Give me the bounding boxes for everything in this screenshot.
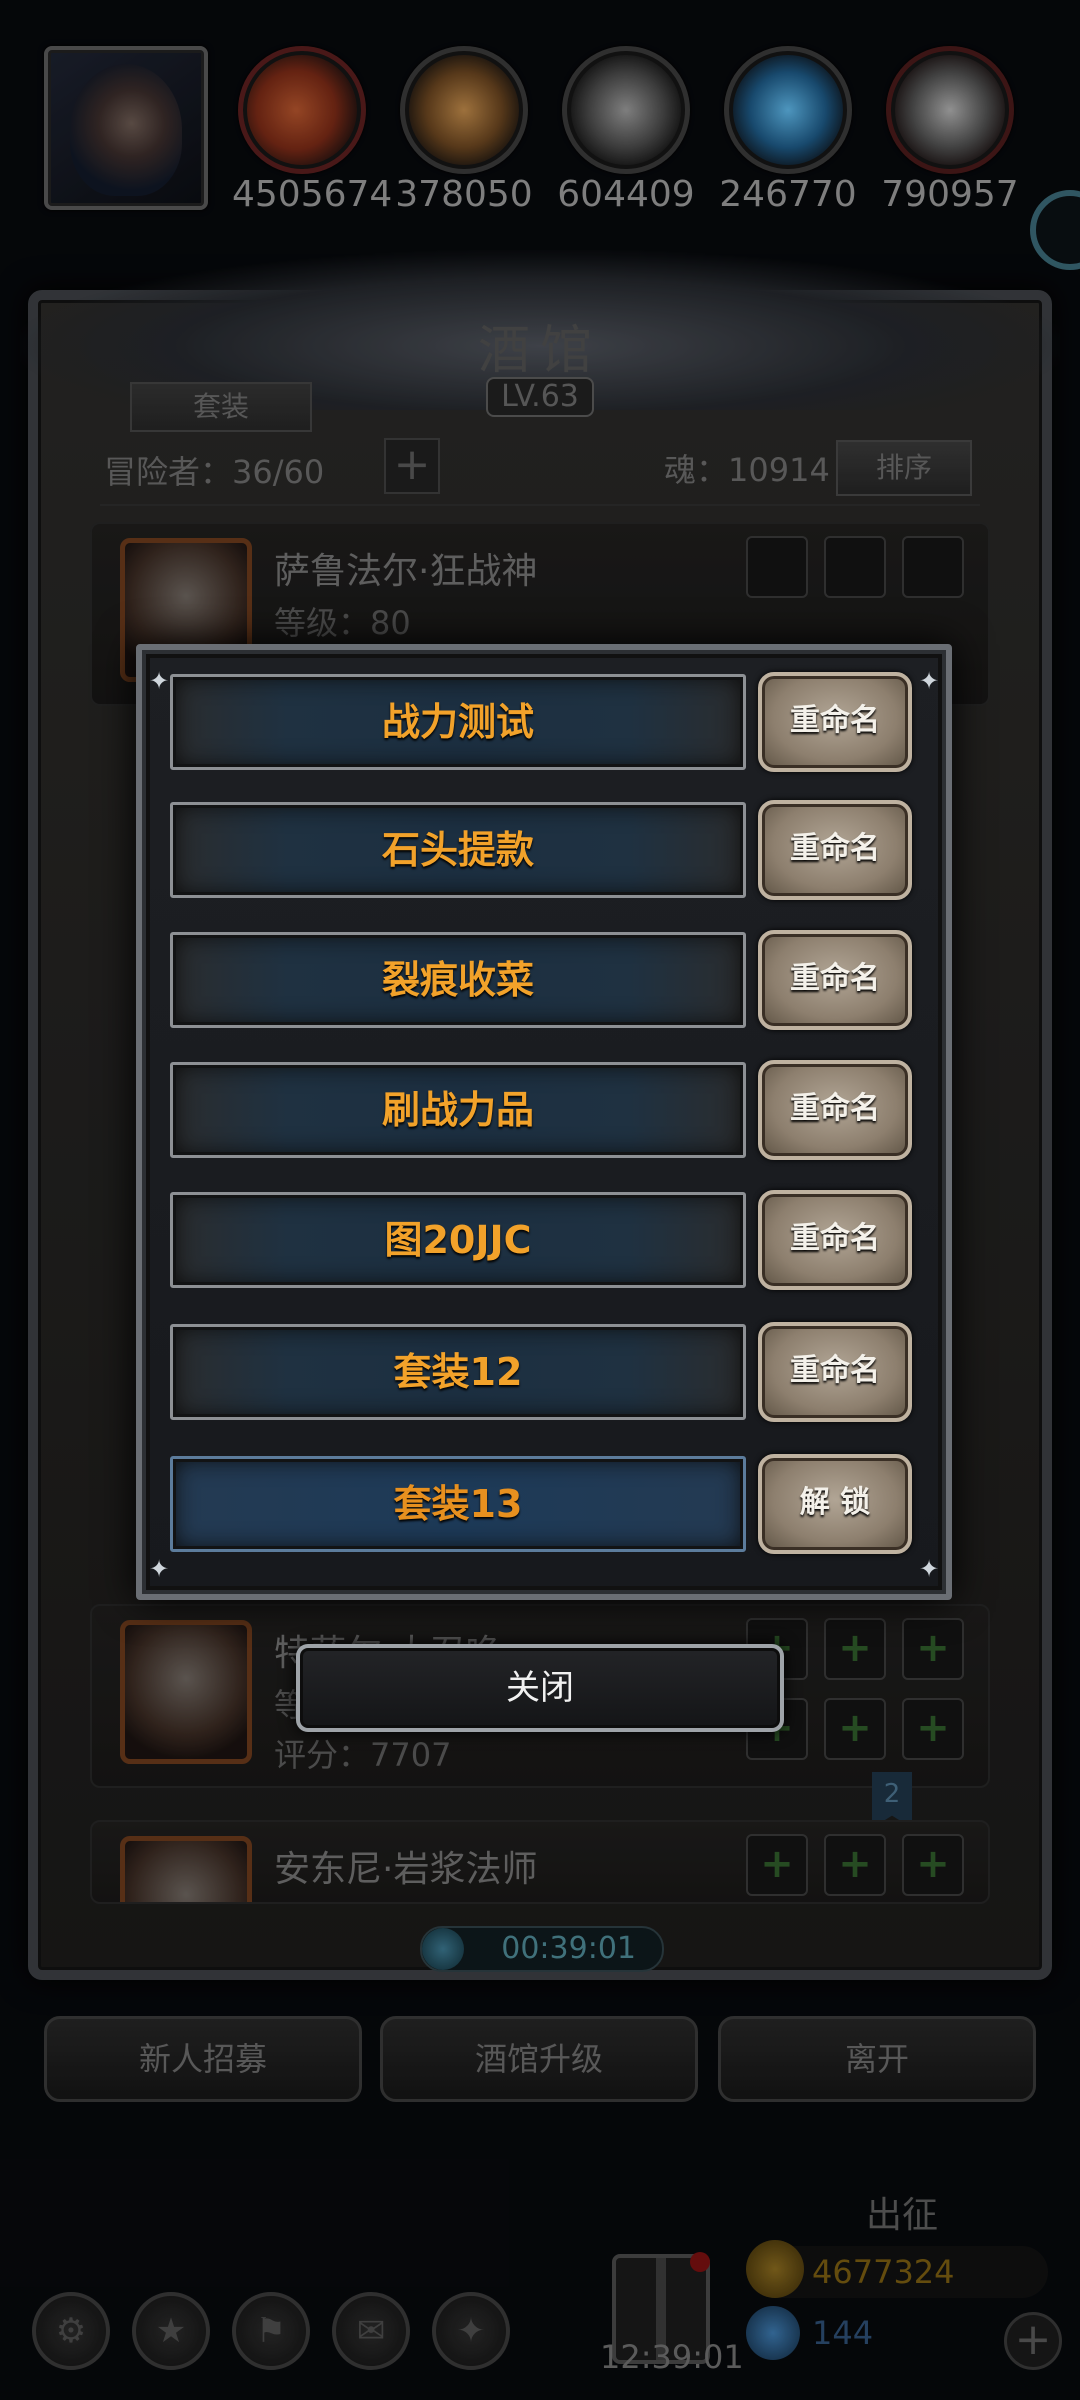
unlock-button[interactable]: 解 锁 [758,1454,912,1554]
rename-button[interactable]: 重命名 [758,1060,912,1160]
rename-button[interactable]: 重命名 [758,800,912,900]
corner-sparkle-icon: ✦ [918,1555,940,1583]
set-name-field[interactable]: 套装12 [170,1324,746,1420]
set-name-field[interactable]: 裂痕收菜 [170,932,746,1028]
corner-sparkle-icon: ✦ [148,1555,170,1583]
set-name-field[interactable]: 图20JJC [170,1192,746,1288]
set-row: 石头提款 重命名 [170,800,920,900]
set-row: 套装13 解 锁 [170,1454,920,1554]
set-name-field[interactable]: 刷战力品 [170,1062,746,1158]
set-row: 套装12 重命名 [170,1322,920,1422]
rename-button[interactable]: 重命名 [758,672,912,772]
corner-sparkle-icon: ✦ [148,667,170,695]
rename-button[interactable]: 重命名 [758,1190,912,1290]
rename-button[interactable]: 重命名 [758,930,912,1030]
rename-button[interactable]: 重命名 [758,1322,912,1422]
set-name-field-locked[interactable]: 套装13 [170,1456,746,1552]
corner-sparkle-icon: ✦ [918,667,940,695]
close-button[interactable]: 关闭 [296,1644,784,1732]
set-name-field[interactable]: 石头提款 [170,802,746,898]
set-row: 裂痕收菜 重命名 [170,930,920,1030]
set-name-field[interactable]: 战力测试 [170,674,746,770]
set-row: 刷战力品 重命名 [170,1060,920,1160]
set-row: 图20JJC 重命名 [170,1190,920,1290]
set-row: 战力测试 重命名 [170,672,920,772]
